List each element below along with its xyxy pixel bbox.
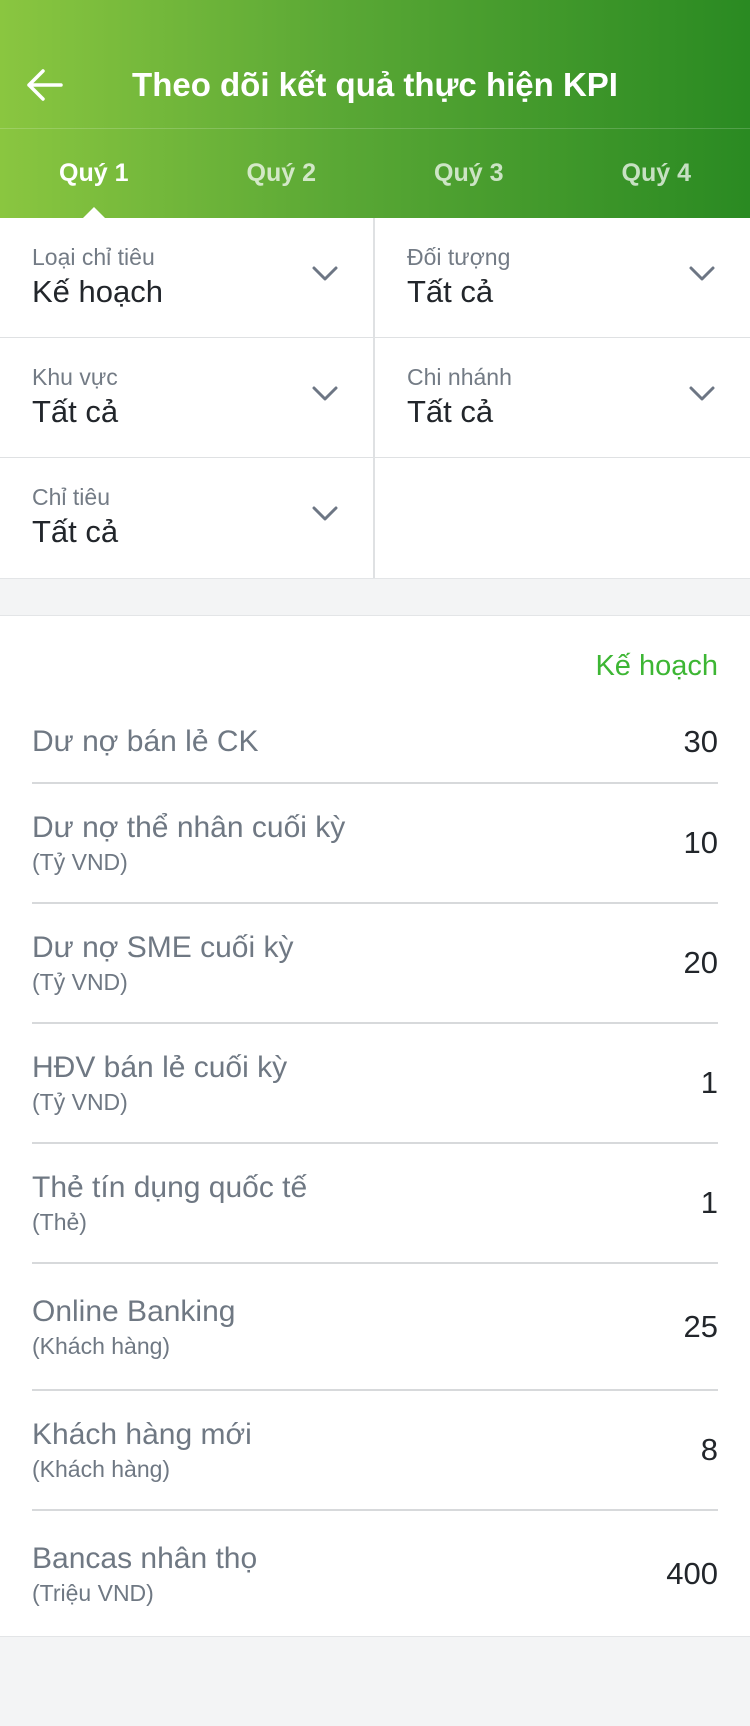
tab-quarter-2[interactable]: Quý 2	[188, 129, 376, 218]
table-row[interactable]: Dư nợ SME cuối kỳ (Tỷ VND) 20	[32, 904, 718, 1024]
row-unit: (Triệu VND)	[32, 1579, 154, 1606]
filter-value: Tất cả	[407, 394, 494, 429]
filter-label: Loại chỉ tiêu	[32, 244, 155, 270]
row-value: 8	[700, 1432, 718, 1467]
row-text: Khách hàng mới (Khách hàng)	[32, 1416, 252, 1484]
filter-label: Chi nhánh	[407, 364, 512, 390]
row-text: Bancas nhân thọ (Triệu VND)	[32, 1540, 257, 1608]
chevron-down-icon	[312, 506, 338, 521]
filter-value: Kế hoạch	[32, 274, 163, 309]
row-unit: (Thẻ)	[32, 1209, 87, 1235]
filter-empty-cell	[375, 458, 750, 578]
kpi-table: Kế hoạch Dư nợ bán lẻ CK 30 Dư nợ thể nh…	[0, 616, 750, 1637]
filter-label: Chỉ tiêu	[32, 484, 110, 510]
row-value: 30	[683, 724, 718, 759]
row-text: Thẻ tín dụng quốc tế (Thẻ)	[32, 1169, 307, 1237]
table-row[interactable]: HĐV bán lẻ cuối kỳ (Tỷ VND) 1	[32, 1024, 718, 1144]
row-name: Dư nợ SME cuối kỳ	[32, 931, 294, 964]
row-name: Bancas nhân thọ	[32, 1541, 258, 1575]
row-unit: (Tỷ VND)	[32, 969, 128, 995]
row-unit: (Tỷ VND)	[32, 1089, 128, 1115]
row-value: 400	[666, 1555, 718, 1591]
tab-label: Quý 3	[434, 159, 504, 187]
row-name: Online Banking	[32, 1294, 236, 1328]
tab-quarter-3[interactable]: Quý 3	[375, 129, 563, 218]
column-header-plan: Kế hoạch	[595, 650, 718, 682]
section-divider	[0, 579, 750, 616]
table-row[interactable]: Bancas nhân thọ (Triệu VND) 400	[32, 1511, 718, 1636]
tab-label: Quý 4	[621, 159, 691, 187]
app-header: Theo dõi kết quả thực hiện KPI Quý 1 Quý…	[0, 0, 750, 218]
filter-value: Tất cả	[407, 274, 494, 309]
row-unit: (Tỷ VND)	[32, 849, 128, 875]
row-value: 25	[683, 1308, 718, 1344]
active-tab-caret-icon	[82, 207, 105, 218]
row-name: Dư nợ bán lẻ CK	[32, 725, 259, 758]
tab-quarter-1[interactable]: Quý 1	[0, 129, 188, 218]
filter-region[interactable]: Khu vực Tất cả	[0, 338, 375, 458]
table-row[interactable]: Khách hàng mới (Khách hàng) 8	[32, 1391, 718, 1511]
filter-object[interactable]: Đối tượng Tất cả	[375, 218, 750, 338]
page-title: Theo dõi kết quả thực hiện KPI	[132, 66, 618, 103]
row-value: 1	[700, 1065, 718, 1100]
row-name: Dư nợ thể nhân cuối kỳ	[32, 811, 346, 844]
filter-value: Tất cả	[32, 514, 119, 549]
chevron-down-icon	[689, 386, 715, 401]
row-text: Online Banking (Khách hàng)	[32, 1293, 235, 1361]
row-value: 10	[683, 825, 718, 860]
table-row[interactable]: Online Banking (Khách hàng) 25	[32, 1264, 718, 1391]
row-name: HĐV bán lẻ cuối kỳ	[32, 1051, 288, 1084]
filter-value: Tất cả	[32, 394, 119, 429]
row-text: Dư nợ thể nhân cuối kỳ (Tỷ VND)	[32, 809, 345, 877]
quarter-tabs: Quý 1 Quý 2 Quý 3 Quý 4	[0, 129, 750, 218]
filter-branch[interactable]: Chi nhánh Tất cả	[375, 338, 750, 458]
table-row[interactable]: Dư nợ thể nhân cuối kỳ (Tỷ VND) 10	[32, 784, 718, 904]
chevron-down-icon	[312, 386, 338, 401]
row-text: HĐV bán lẻ cuối kỳ (Tỷ VND)	[32, 1049, 287, 1117]
chevron-down-icon	[312, 266, 338, 281]
row-unit: (Khách hàng)	[32, 1332, 171, 1359]
row-text: Dư nợ bán lẻ CK	[32, 723, 259, 761]
row-value: 1	[700, 1185, 718, 1220]
filter-panel: Loại chỉ tiêu Kế hoạch Đối tượng Tất cả …	[0, 218, 750, 579]
row-unit: (Khách hàng)	[32, 1456, 171, 1482]
row-value: 20	[683, 945, 718, 980]
filter-indicator[interactable]: Chỉ tiêu Tất cả	[0, 458, 375, 578]
table-row[interactable]: Dư nợ bán lẻ CK 30	[32, 702, 718, 784]
table-row[interactable]: Thẻ tín dụng quốc tế (Thẻ) 1	[32, 1144, 718, 1264]
top-bar: Theo dõi kết quả thực hiện KPI	[0, 0, 750, 129]
row-text: Dư nợ SME cuối kỳ (Tỷ VND)	[32, 929, 294, 997]
tab-label: Quý 2	[246, 159, 316, 187]
filter-target-type[interactable]: Loại chỉ tiêu Kế hoạch	[0, 218, 375, 338]
tab-label: Quý 1	[59, 159, 129, 187]
chevron-down-icon	[689, 266, 715, 281]
row-name: Khách hàng mới	[32, 1418, 252, 1451]
tab-quarter-4[interactable]: Quý 4	[563, 129, 750, 218]
filter-label: Khu vực	[32, 364, 118, 390]
row-name: Thẻ tín dụng quốc tế	[32, 1171, 308, 1204]
filter-label: Đối tượng	[407, 244, 511, 270]
